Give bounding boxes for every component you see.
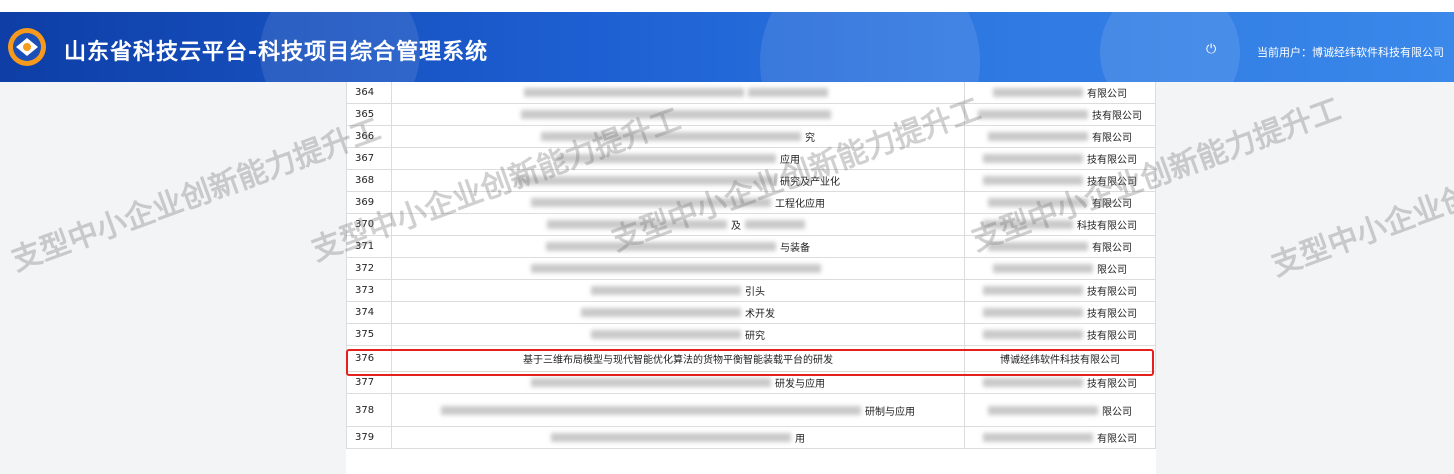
table-row[interactable]: 373 引头 技有限公司 <box>346 280 1156 302</box>
project-name: 引头 <box>745 287 765 298</box>
power-icon[interactable]: ⏻ <box>1206 42 1216 57</box>
project-name: 究 <box>805 133 815 144</box>
company-name: 技有限公司 <box>1087 155 1137 166</box>
project-name: 研究 <box>745 331 765 342</box>
company-name: 有限公司 <box>1097 434 1137 445</box>
table-row[interactable]: 375 研究 技有限公司 <box>346 324 1156 346</box>
table-row[interactable]: 378 研制与应用 限公司 <box>346 394 1156 427</box>
table-row[interactable]: 374 术开发 技有限公司 <box>346 302 1156 324</box>
company-name: 技有限公司 <box>1087 287 1137 298</box>
row-number: 365 <box>347 104 392 125</box>
table-row[interactable]: 370 及 科技有限公司 <box>346 214 1156 236</box>
company-name: 技有限公司 <box>1087 331 1137 342</box>
row-number: 367 <box>347 148 392 169</box>
project-name: 及 <box>731 221 741 232</box>
company-name: 有限公司 <box>1087 89 1127 100</box>
table-row[interactable]: 369 工程化应用 有限公司 <box>346 192 1156 214</box>
project-name: 研究及产业化 <box>780 177 840 188</box>
project-name: 与装备 <box>780 243 810 254</box>
company-name: 科技有限公司 <box>1077 221 1137 232</box>
table-row[interactable]: 364 有限公司 <box>346 82 1156 104</box>
row-number: 378 <box>347 394 392 426</box>
strip-text <box>6 1 8 9</box>
row-number: 374 <box>347 302 392 323</box>
row-number: 372 <box>347 258 392 279</box>
page-title: 山东省科技云平台-科技项目综合管理系统 <box>64 40 489 65</box>
table-row[interactable]: 368 研究及产业化 技有限公司 <box>346 170 1156 192</box>
table-row[interactable]: 365 技有限公司 <box>346 104 1156 126</box>
row-number: 364 <box>347 82 392 103</box>
company-name: 技有限公司 <box>1087 309 1137 320</box>
table-row[interactable]: 379 用 有限公司 <box>346 427 1156 449</box>
table-row[interactable]: 367 应用 技有限公司 <box>346 148 1156 170</box>
app-header: 山东省科技云平台-科技项目综合管理系统 ⏻ 当前用户：博诚经纬软件科技有限公司 <box>0 12 1454 82</box>
company-name: 限公司 <box>1102 406 1132 418</box>
project-name: 研发与应用 <box>775 379 825 390</box>
row-number: 371 <box>347 236 392 257</box>
current-user-label: 当前用户：博诚经纬软件科技有限公司 <box>1257 46 1444 59</box>
project-name: 应用 <box>780 155 800 166</box>
project-name: 用 <box>795 434 805 445</box>
company-name: 有限公司 <box>1092 199 1132 210</box>
highlight-box <box>346 349 1154 376</box>
row-number: 369 <box>347 192 392 213</box>
table-row[interactable]: 372 限公司 <box>346 258 1156 280</box>
row-number: 373 <box>347 280 392 301</box>
left-panel <box>0 82 346 474</box>
company-name: 限公司 <box>1097 265 1127 276</box>
company-name: 有限公司 <box>1092 243 1132 254</box>
project-name: 研制与应用 <box>865 406 915 418</box>
row-number: 366 <box>347 126 392 147</box>
project-name: 工程化应用 <box>775 199 825 210</box>
company-name: 技有限公司 <box>1087 177 1137 188</box>
project-name: 术开发 <box>745 309 775 320</box>
company-name: 技有限公司 <box>1092 111 1142 122</box>
row-number: 375 <box>347 324 392 345</box>
browser-strip <box>0 0 1454 12</box>
project-table: 364 有限公司 365 技有限公司 366 究 有限公司 367 应用 技有限… <box>346 82 1156 449</box>
row-number: 368 <box>347 170 392 191</box>
table-row[interactable]: 366 究 有限公司 <box>346 126 1156 148</box>
company-name: 有限公司 <box>1092 133 1132 144</box>
row-number: 370 <box>347 214 392 235</box>
right-panel <box>1156 82 1454 474</box>
table-row[interactable]: 371 与装备 有限公司 <box>346 236 1156 258</box>
row-number: 379 <box>347 427 392 448</box>
company-name: 技有限公司 <box>1087 379 1137 390</box>
logo-icon <box>8 28 46 66</box>
